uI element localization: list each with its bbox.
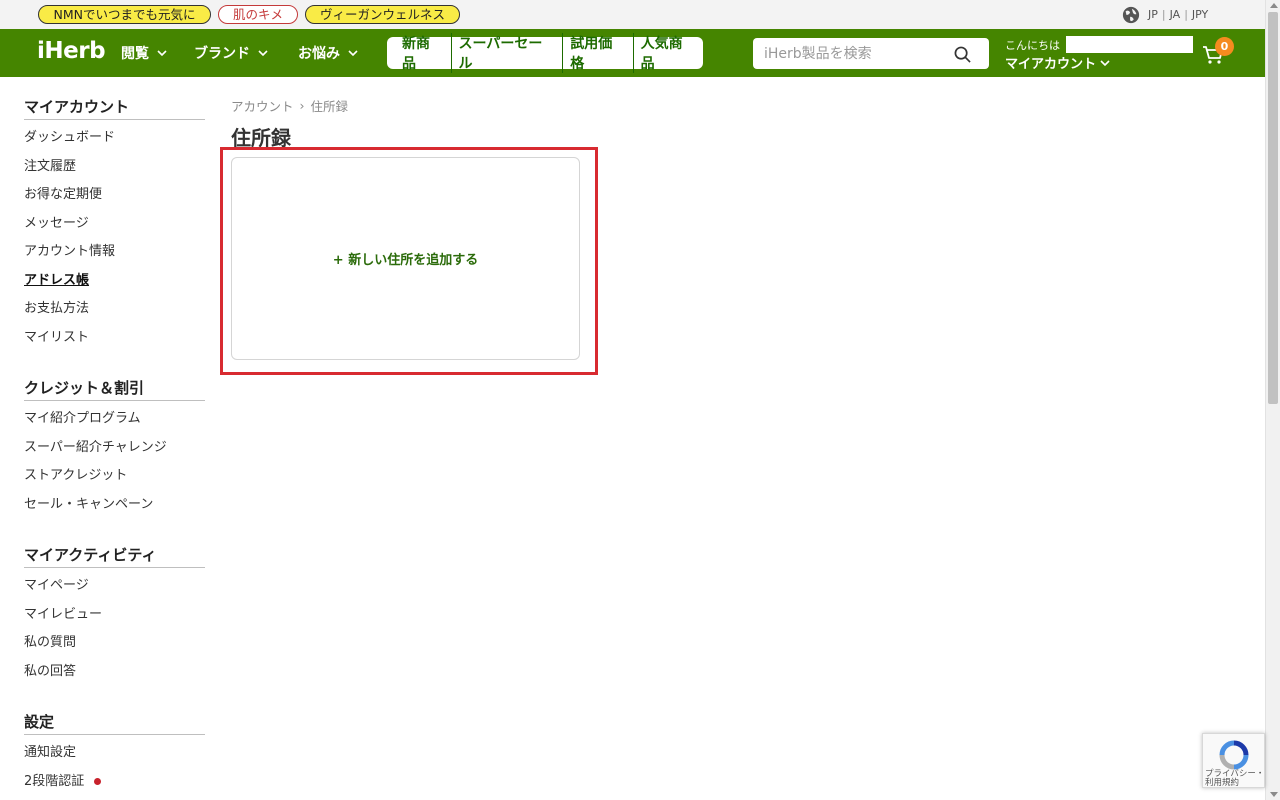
- locale-currency: JPY: [1191, 8, 1209, 21]
- promo-pill-nmn[interactable]: NMNでいつまでも元気に: [38, 5, 211, 24]
- breadcrumb-current: 住所録: [310, 99, 349, 114]
- sidebar-item-my-lists[interactable]: マイリスト: [24, 324, 205, 353]
- sidebar-item-two-factor[interactable]: 2段階認証: [24, 768, 205, 797]
- sidebar-section-title: マイアカウント: [24, 77, 205, 120]
- user-name-redacted: [1066, 36, 1193, 53]
- greeting-text: こんにちは: [1005, 39, 1060, 52]
- scrollbar-thumb[interactable]: [1268, 12, 1278, 404]
- nav-browse[interactable]: 閲覧: [121, 43, 167, 63]
- chevron-down-icon: [258, 50, 268, 57]
- search-box: [753, 38, 989, 69]
- sidebar-item-dashboard[interactable]: ダッシュボード: [24, 124, 205, 153]
- promo-pill-vegan[interactable]: ヴィーガンウェルネス: [305, 5, 460, 24]
- chevron-right-icon: ›: [299, 98, 305, 113]
- sidebar-item-account-info[interactable]: アカウント情報: [24, 238, 205, 267]
- sidebar-item-my-page[interactable]: マイページ: [24, 572, 205, 601]
- sidebar-item-payment[interactable]: お支払方法: [24, 295, 205, 324]
- page-scrollbar[interactable]: [1265, 0, 1280, 800]
- add-address-card[interactable]: + 新しい住所を追加する: [231, 157, 580, 360]
- cart-count-badge: 0: [1215, 37, 1234, 56]
- globe-icon: [1122, 6, 1140, 23]
- sidebar-section-title: マイアクティビティ: [24, 525, 205, 568]
- nav-brands-label: ブランド: [194, 46, 250, 62]
- promo-link-sale[interactable]: スーパーセール: [450, 33, 563, 73]
- nav-browse-label: 閲覧: [121, 46, 149, 62]
- sidebar-item-my-answers[interactable]: 私の回答: [24, 658, 205, 687]
- sidebar-item-two-factor-label: 2段階認証: [24, 773, 85, 789]
- locale-language: JA: [1169, 8, 1181, 21]
- locale-country: JP: [1148, 8, 1158, 21]
- nav-concerns[interactable]: お悩み: [298, 43, 358, 63]
- locale-divider: |: [1161, 8, 1166, 21]
- locale-selector[interactable]: JP | JA | JPY: [1122, 5, 1208, 24]
- sidebar-item-orders[interactable]: 注文履歴: [24, 153, 205, 182]
- recaptcha-terms[interactable]: 利用規約: [1205, 779, 1264, 788]
- alert-dot-icon: [94, 777, 102, 785]
- account-menu[interactable]: マイアカウント: [1005, 53, 1110, 72]
- sidebar-item-campaigns[interactable]: セール・キャンペーン: [24, 491, 205, 520]
- sidebar-section-title: 設定: [24, 692, 205, 735]
- nav-brands[interactable]: ブランド: [194, 43, 268, 63]
- promo-links-bar: 新商品 スーパーセール 試用価格 人気商品: [387, 33, 703, 73]
- chevron-down-icon: [157, 50, 167, 57]
- sidebar-item-autoship[interactable]: お得な定期便: [24, 181, 205, 210]
- promo-link-popular[interactable]: 人気商品: [632, 33, 703, 73]
- chevron-down-icon: [1100, 59, 1110, 66]
- sidebar-item-store-credit[interactable]: ストアクレジット: [24, 462, 205, 491]
- breadcrumb: アカウント › 住所録: [231, 96, 348, 115]
- sidebar-item-messages[interactable]: メッセージ: [24, 210, 205, 239]
- account-menu-label: マイアカウント: [1005, 57, 1097, 72]
- sidebar-item-referral-challenge[interactable]: スーパー紹介チャレンジ: [24, 434, 205, 463]
- add-address-link[interactable]: + 新しい住所を追加する: [333, 249, 478, 268]
- main-header: iHerb 閲覧 ブランド お悩み 新商品 スーパーセール 試用価格 人気商品 …: [0, 29, 1265, 77]
- scroll-up-arrow-icon[interactable]: [1270, 3, 1278, 8]
- sidebar-item-referral[interactable]: マイ紹介プログラム: [24, 405, 205, 434]
- account-sidebar: マイアカウント ダッシュボード 注文履歴 お得な定期便 メッセージ アカウント情…: [24, 77, 205, 796]
- sidebar-item-my-questions[interactable]: 私の質問: [24, 629, 205, 658]
- breadcrumb-account[interactable]: アカウント: [231, 96, 294, 115]
- top-promo-strip: NMNでいつまでも元気に 肌のキメ ヴィーガンウェルネス JP | JA | J…: [0, 0, 1265, 29]
- recaptcha-badge[interactable]: プライバシー・ 利用規約: [1202, 733, 1265, 788]
- promo-link-trial[interactable]: 試用価格: [562, 33, 632, 73]
- chevron-down-icon: [348, 50, 358, 57]
- promo-pill-skin[interactable]: 肌のキメ: [218, 5, 298, 24]
- locale-divider: |: [1184, 8, 1188, 21]
- nav-concerns-label: お悩み: [298, 46, 340, 62]
- search-icon[interactable]: [954, 46, 971, 63]
- sidebar-section-title: クレジット＆割引: [24, 358, 205, 401]
- scroll-down-arrow-icon[interactable]: [1270, 792, 1278, 797]
- promo-link-new[interactable]: 新商品: [395, 33, 451, 73]
- recaptcha-text: プライバシー・ 利用規約: [1205, 770, 1264, 788]
- sidebar-item-my-reviews[interactable]: マイレビュー: [24, 601, 205, 630]
- recaptcha-icon: [1219, 740, 1249, 770]
- iherb-logo[interactable]: iHerb: [37, 38, 106, 64]
- sidebar-item-notifications[interactable]: 通知設定: [24, 739, 205, 768]
- search-input[interactable]: [753, 38, 943, 69]
- sidebar-item-address-book[interactable]: アドレス帳: [24, 267, 205, 296]
